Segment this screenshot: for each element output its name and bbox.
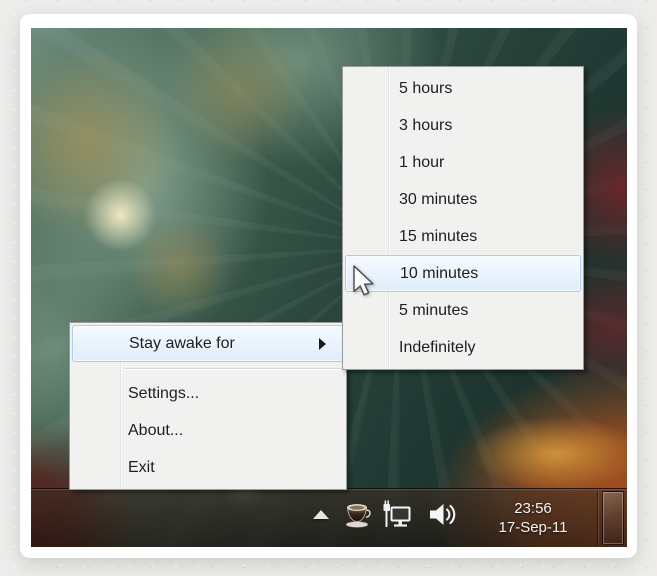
submenu-item-indefinitely[interactable]: Indefinitely xyxy=(343,329,583,366)
menu-item-label: 15 minutes xyxy=(399,227,478,245)
menu-item-stay-awake-for[interactable]: Stay awake for xyxy=(72,325,344,362)
menu-separator xyxy=(125,368,343,370)
submenu-item-5-hours[interactable]: 5 hours xyxy=(343,70,583,107)
volume-tray-icon[interactable] xyxy=(427,500,459,530)
clock-date: 17-Sep-11 xyxy=(498,519,568,536)
menu-item-label: 5 hours xyxy=(399,79,453,97)
mouse-cursor xyxy=(353,265,374,296)
submenu-item-3-hours[interactable]: 3 hours xyxy=(343,107,583,144)
submenu-item-15-minutes[interactable]: 15 minutes xyxy=(343,218,583,255)
menu-item-settings[interactable]: Settings... xyxy=(70,375,346,412)
menu-item-label: Indefinitely xyxy=(399,338,476,356)
clock-time: 23:56 xyxy=(514,500,552,517)
menu-item-exit[interactable]: Exit xyxy=(70,449,346,486)
submenu-item-5-minutes[interactable]: 5 minutes xyxy=(343,292,583,329)
menu-item-label: Exit xyxy=(128,458,155,476)
show-desktop-button[interactable] xyxy=(602,491,624,545)
show-hidden-icons-button[interactable] xyxy=(313,510,329,519)
caffeine-coffee-cup-icon[interactable] xyxy=(343,501,373,529)
menu-item-label: 10 minutes xyxy=(400,264,479,282)
menu-item-label: 5 minutes xyxy=(399,301,469,319)
submenu-item-30-minutes[interactable]: 30 minutes xyxy=(343,181,583,218)
network-tray-icon[interactable] xyxy=(382,499,414,531)
menu-item-label: 1 hour xyxy=(399,153,445,171)
submenu-item-10-minutes[interactable]: 10 minutes xyxy=(345,255,581,292)
taskbar-divider xyxy=(597,490,599,546)
tray-context-menu: Stay awake for Settings... About... Exit xyxy=(69,322,347,490)
menu-item-label: Settings... xyxy=(128,384,200,402)
taskbar: 23:56 17-Sep-11 xyxy=(31,488,627,547)
submenu-item-1-hour[interactable]: 1 hour xyxy=(343,144,583,181)
menu-item-label: 3 hours xyxy=(399,116,453,134)
menu-item-about[interactable]: About... xyxy=(70,412,346,449)
stay-awake-submenu: 5 hours 3 hours 1 hour 30 minutes 15 min… xyxy=(342,66,584,370)
menu-item-label: 30 minutes xyxy=(399,190,478,208)
page-background: 23:56 17-Sep-11 Stay awake for Settings.… xyxy=(0,0,657,576)
submenu-arrow-icon xyxy=(319,337,326,350)
menu-item-label: Stay awake for xyxy=(129,334,235,352)
taskbar-clock[interactable]: 23:56 17-Sep-11 xyxy=(489,495,577,541)
menu-item-label: About... xyxy=(128,421,184,439)
